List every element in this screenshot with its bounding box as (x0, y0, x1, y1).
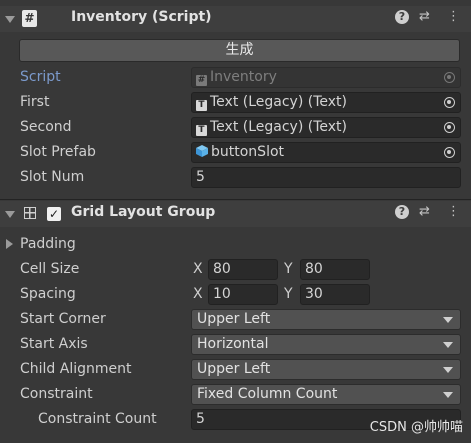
first-field-value: Text (Legacy) (Text) (210, 94, 347, 110)
start-corner-dropdown[interactable]: Upper Left (191, 309, 461, 330)
constraint-dropdown[interactable]: Fixed Column Count (191, 384, 461, 405)
start-axis-label: Start Axis (20, 336, 88, 352)
help-icon[interactable]: ? (395, 10, 409, 24)
object-picker-icon (444, 72, 455, 83)
foldout-arrow-icon[interactable] (5, 16, 15, 23)
child-alignment-label: Child Alignment (20, 361, 132, 377)
component-title: Grid Layout Group (71, 204, 216, 220)
script-field-value: Inventory (210, 69, 277, 85)
cell-size-x-input[interactable]: 80 (208, 259, 278, 280)
spacing-label: Spacing (20, 286, 76, 302)
slot-prefab-field[interactable]: buttonSlot (191, 142, 461, 163)
help-icon[interactable]: ? (395, 205, 409, 219)
presets-icon[interactable]: ⇄ (419, 204, 430, 219)
enabled-checkbox[interactable]: ✓ (47, 207, 61, 221)
text-component-icon: T (196, 100, 207, 111)
start-corner-label: Start Corner (20, 311, 106, 327)
presets-icon[interactable]: ⇄ (419, 9, 430, 24)
script-asset-icon: # (196, 75, 207, 86)
slot-num-input[interactable]: 5 (191, 167, 461, 188)
grid-layout-icon (24, 207, 36, 219)
cell-size-label: Cell Size (20, 261, 80, 277)
first-label: First (20, 94, 50, 110)
prefab-cube-icon (196, 145, 208, 157)
component-divider (0, 199, 471, 200)
second-field-value: Text (Legacy) (Text) (210, 119, 347, 135)
object-picker-icon[interactable] (444, 122, 455, 133)
generate-button[interactable]: 生成 (19, 39, 460, 62)
second-label: Second (20, 119, 72, 135)
spacing-x-label[interactable]: X (193, 286, 203, 302)
object-picker-icon[interactable] (444, 97, 455, 108)
more-options-icon[interactable]: ⋮ (447, 9, 460, 24)
child-alignment-value: Upper Left (197, 361, 271, 377)
spacing-y-input[interactable]: 30 (300, 284, 370, 305)
constraint-count-label: Constraint Count (38, 411, 157, 427)
dropdown-arrow-icon (443, 317, 453, 323)
foldout-arrow-icon[interactable] (5, 211, 15, 218)
grid-layout-component-header[interactable]: Grid Layout Group ? ⇄ ⋮ (0, 201, 471, 227)
text-component-icon: T (196, 125, 207, 136)
inventory-component-header[interactable]: # Inventory (Script) ? ⇄ ⋮ (0, 6, 471, 32)
csdn-watermark: CSDN @帅帅喵 (369, 420, 463, 435)
dropdown-arrow-icon (443, 342, 453, 348)
spacing-y-label[interactable]: Y (284, 286, 293, 302)
start-axis-value: Horizontal (197, 336, 269, 352)
cell-size-y-input[interactable]: 80 (300, 259, 370, 280)
more-options-icon[interactable]: ⋮ (447, 204, 460, 219)
script-field: # Inventory (191, 67, 461, 88)
component-title: Inventory (Script) (71, 9, 212, 25)
slot-num-label: Slot Num (20, 169, 85, 185)
spacing-x-input[interactable]: 10 (208, 284, 278, 305)
first-field[interactable]: T Text (Legacy) (Text) (191, 92, 461, 113)
object-picker-icon[interactable] (444, 147, 455, 158)
dropdown-arrow-icon (443, 392, 453, 398)
start-corner-value: Upper Left (197, 311, 271, 327)
script-file-icon: # (22, 10, 37, 27)
dropdown-arrow-icon (443, 367, 453, 373)
start-axis-dropdown[interactable]: Horizontal (191, 334, 461, 355)
child-alignment-dropdown[interactable]: Upper Left (191, 359, 461, 380)
padding-foldout-arrow-icon[interactable] (6, 239, 13, 249)
second-field[interactable]: T Text (Legacy) (Text) (191, 117, 461, 138)
padding-label[interactable]: Padding (20, 236, 76, 252)
slot-prefab-label: Slot Prefab (20, 144, 96, 160)
cell-size-y-label[interactable]: Y (284, 261, 293, 277)
constraint-label: Constraint (20, 386, 93, 402)
constraint-value: Fixed Column Count (197, 386, 338, 402)
script-label: Script (20, 69, 61, 85)
cell-size-x-label[interactable]: X (193, 261, 203, 277)
slot-prefab-value: buttonSlot (211, 144, 285, 160)
